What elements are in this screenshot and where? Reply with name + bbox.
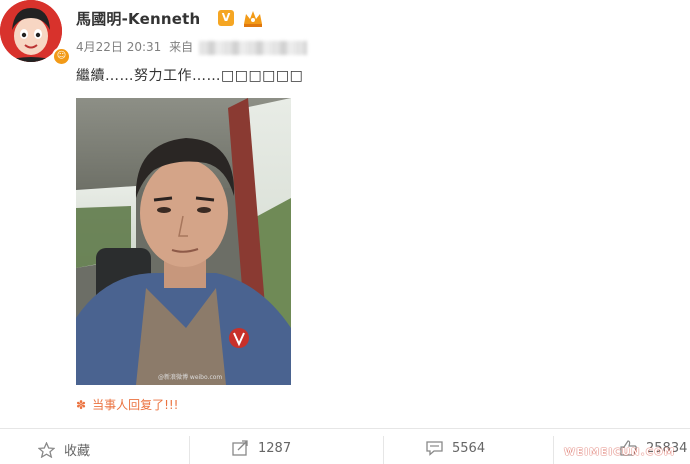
timestamp[interactable]: 4月22日 20:31	[76, 40, 161, 54]
reply-notice[interactable]: ✽ 当事人回复了!!!	[76, 396, 179, 413]
star-icon	[38, 441, 55, 458]
repost-count: 1287	[258, 440, 292, 456]
repost-button[interactable]: 1287	[232, 440, 291, 456]
repost-icon	[232, 440, 248, 456]
action-separator	[553, 436, 554, 464]
post-meta: 4月22日 20:31 来自	[76, 38, 311, 55]
member-crown-icon	[244, 11, 262, 27]
selfie-photo	[76, 98, 291, 385]
favorite-label: 收藏	[64, 444, 91, 459]
comment-icon	[426, 441, 443, 456]
post-photo[interactable]: @新浪微博 weibo.com	[76, 98, 291, 385]
reply-text: 当事人回复了!!!	[92, 398, 179, 412]
action-separator	[189, 436, 190, 464]
comment-count: 5564	[452, 440, 486, 456]
blurred-source	[199, 40, 308, 55]
photo-watermark: @新浪微博 weibo.com	[158, 374, 223, 381]
favorite-button[interactable]: 收藏	[38, 440, 90, 459]
verified-icon: V	[218, 10, 234, 26]
avatar-badge-icon: ☺	[52, 47, 71, 66]
site-watermark: WEIMEICUN.COM	[564, 447, 676, 458]
comment-button[interactable]: 5564	[426, 440, 485, 456]
flower-icon: ✽	[76, 398, 87, 412]
username[interactable]: 馬國明-Kenneth	[76, 8, 200, 29]
post-text: 繼續……努力工作……□□□□□□	[76, 68, 304, 84]
action-separator	[383, 436, 384, 464]
source-prefix: 来自	[169, 40, 194, 54]
divider	[0, 428, 690, 429]
